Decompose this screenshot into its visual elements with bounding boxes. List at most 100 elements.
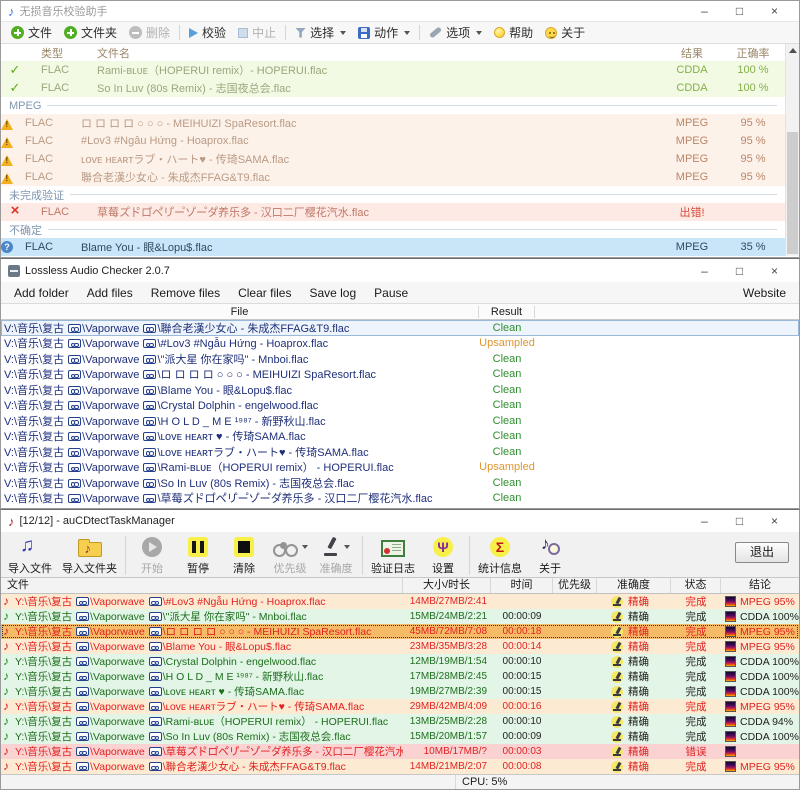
maximize-button[interactable]: □ [722,512,757,530]
maximize-button[interactable]: □ [722,262,757,280]
add-folder-button[interactable]: 文件夹 [58,22,123,43]
abort-button[interactable]: 中止 [232,22,282,43]
file-row[interactable]: V:\音乐\复古 \Vaporwave \ʟᴏᴠᴇ ʜᴇᴀʀᴛラブ・ハート♥ -… [1,444,799,460]
task-row[interactable]: ♪Y:\音乐\复古 \Vaporwave \Rami-ʙʟᴜᴇ（HOPERUI … [1,714,799,729]
verdict-cell [721,746,799,757]
minimize-button[interactable]: – [687,2,722,20]
verdict-label: MPEG 95% [740,701,795,713]
file-row[interactable]: FLAC#Lov3 #Ngẫu Hứng - Hoaprox.flacMPEG9… [1,132,785,150]
file-row[interactable]: FLAC草莓ス゚ト゚ロ゚ベ゚リ゚ー゚ソ゚ー゚タ゚养乐多 - 汉口二厂樱花汽水.f… [1,203,785,221]
menu-item[interactable]: Save log [300,286,365,300]
accuracy-button[interactable]: 准确度 [313,534,359,576]
file-row[interactable]: V:\音乐\复古 \Vaporwave \"派大星 你在家吗" - Mnboi.… [1,351,799,367]
titlebar[interactable]: [12/12] - auCDtectTaskManager – □ × [1,510,799,532]
column-header[interactable]: 结论 [721,578,799,593]
pause-button[interactable]: 暂停 [175,534,221,576]
task-row[interactable]: ♪Y:\音乐\复古 \Vaporwave \"派大星 你在家吗" - Mnboi… [1,609,799,624]
verify-log-button[interactable]: 验证日志 [366,534,420,576]
settings-button[interactable]: 设置 [420,534,466,576]
column-result[interactable]: Result [479,306,535,318]
file-row[interactable]: FLACʟᴏᴠᴇ ʜᴇᴀʀᴛラブ・ハート♥ - 传琦SAMA.flacMPEG9… [1,150,785,168]
task-row[interactable]: ♪Y:\音乐\复古 \Vaporwave \ʟᴏᴠᴇ ʜᴇᴀʀᴛ ♥ - 传琦S… [1,684,799,699]
titlebar[interactable]: Lossless Audio Checker 2.0.7 – □ × [1,259,799,282]
scrollbar[interactable] [785,44,799,256]
task-row[interactable]: ♪Y:\音乐\复古 \Vaporwave \聯合老漢少女心 - 朱成杰FFAG&… [1,759,799,774]
statistics-button[interactable]: 统计信息 [473,534,527,576]
exit-button[interactable]: 退出 [735,542,789,563]
column-header[interactable]: 大小/时长 [403,578,491,593]
column-filename[interactable]: 文件名 [91,45,663,61]
minimize-button[interactable]: – [687,512,722,530]
file-row[interactable]: V:\音乐\复古 \Vaporwave \#Lov3 #Ngẫu Hứng - … [1,336,799,352]
cassette-icon [76,657,89,666]
rate-label: 95 % [721,135,785,147]
task-row[interactable]: ♪Y:\音乐\复古 \Vaporwave \Blame You - 眼&Lopu… [1,639,799,654]
task-row[interactable]: ♪Y:\音乐\复古 \Vaporwave \ʟᴏᴠᴇ ʜᴇᴀʀᴛラブ・ハート♥ … [1,699,799,714]
column-header[interactable]: 状态 [671,578,721,593]
minimize-button[interactable]: – [687,262,722,280]
about-button[interactable]: 关于 [539,22,591,43]
menu-item[interactable]: Remove files [142,286,229,300]
task-row[interactable]: ♪Y:\音乐\复古 \Vaporwave \H O L D _ M E ¹⁹⁸⁷… [1,669,799,684]
file-row[interactable]: V:\音乐\复古 \Vaporwave \So In Luv (80s Remi… [1,475,799,491]
action-menu-button[interactable]: 动作 [352,22,416,43]
import-folder-button[interactable]: 导入文件夹 [57,534,122,576]
maximize-button[interactable]: □ [722,2,757,20]
file-row[interactable]: FLACロ ロ ロ ロ ○ ○ ○ - MEIHUIZI SpaResort.f… [1,114,785,132]
cassette-icon [76,702,89,711]
column-header[interactable]: 文件 [1,578,403,593]
task-row[interactable]: ♪Y:\音乐\复古 \Vaporwave \草莓ス゚ト゚ロ゚ベ゚リ゚ー゚ソ゚ー゚… [1,744,799,759]
menu-item[interactable]: Pause [365,286,417,300]
column-type[interactable]: 类型 [29,45,91,61]
file-row[interactable]: V:\音乐\复古 \Vaporwave \草莓ス゚ト゚ロ゚ベ゚リ゚ー゚ソ゚ー゚タ… [1,491,799,507]
group-header: 不确定 [1,221,785,238]
column-header[interactable]: 时间 [491,578,553,593]
file-row[interactable]: V:\音乐\复古 \Vaporwave \Blame You - 眼&Lopu$… [1,382,799,398]
column-file[interactable]: File [1,306,479,318]
menu-item[interactable]: Add files [78,286,142,300]
file-row[interactable]: V:\音乐\复古 \Vaporwave \Crystal Dolphin - e… [1,398,799,414]
column-result[interactable]: 结果 [663,45,721,61]
close-button[interactable]: × [757,2,792,20]
file-row[interactable]: FLACBlame You - 眼&Lopu$.flacMPEG35 % [1,238,785,256]
scroll-thumb[interactable] [787,132,798,254]
file-row[interactable]: FLACRami-ʙʟᴜᴇ（HOPERUI remix）- HOPERUI.fl… [1,61,785,79]
import-files-button[interactable]: 导入文件 [3,534,57,576]
task-row[interactable]: ♪Y:\音乐\复古 \Vaporwave \ロ ロ ロ ロ ○ ○ ○ - ME… [1,624,799,639]
add-files-button[interactable]: 文件 [5,22,58,43]
file-row[interactable]: V:\音乐\复古 \Vaporwave \聯合老漢少女心 - 朱成杰FFAG&T… [1,320,799,336]
column-header[interactable]: 优先级 [553,578,597,593]
options-menu-button[interactable]: 选项 [423,22,488,43]
path-segment: \Vaporwave [90,641,148,653]
delete-button[interactable]: 删除 [123,22,176,43]
menu-item-website[interactable]: Website [734,286,795,300]
menu-item[interactable]: Clear files [229,286,300,300]
play-icon [189,28,198,38]
scroll-up-arrow-icon[interactable] [789,48,797,53]
file-row[interactable]: V:\音乐\复古 \Vaporwave \ロ ロ ロ ロ ○ ○ ○ - MEI… [1,367,799,383]
titlebar[interactable]: 无损音乐校验助手 – □ × [1,1,799,21]
file-row[interactable]: V:\音乐\复古 \Vaporwave \H O L D _ M E ¹⁹⁸⁷ … [1,413,799,429]
about-button[interactable]: 关于 [527,534,573,576]
file-row[interactable]: FLACSo In Luv (80s Remix) - 志国夜总会.flacCD… [1,79,785,97]
task-row[interactable]: ♪Y:\音乐\复古 \Vaporwave \#Lov3 #Ngẫu Hứng -… [1,594,799,609]
verify-button[interactable]: 校验 [183,22,232,43]
menu-item[interactable]: Add folder [5,286,78,300]
column-header[interactable]: 准确度 [597,578,671,593]
task-row[interactable]: ♪Y:\音乐\复古 \Vaporwave \So In Luv (80s Rem… [1,729,799,744]
file-row[interactable]: FLAC聯合老漢少女心 - 朱成杰FFAG&T9.flacMPEG95 % [1,168,785,186]
priority-button[interactable]: 优先级 [267,534,313,576]
help-button[interactable]: 帮助 [488,22,539,43]
file-row[interactable]: V:\音乐\复古 \Vaporwave \Rami-ʙʟᴜᴇ（HOPERUI r… [1,460,799,476]
select-menu-button[interactable]: 选择 [289,22,352,43]
file-rows: V:\音乐\复古 \Vaporwave \聯合老漢少女心 - 朱成杰FFAG&T… [1,320,799,506]
task-row[interactable]: ♪Y:\音乐\复古 \Vaporwave \Crystal Dolphin - … [1,654,799,669]
column-rate[interactable]: 正确率 [721,45,785,61]
close-button[interactable]: × [757,512,792,530]
start-button[interactable]: 开始 [129,534,175,576]
window-title: 无损音乐校验助手 [20,3,108,19]
close-button[interactable]: × [757,262,792,280]
file-row[interactable]: V:\音乐\复古 \Vaporwave \ʟᴏᴠᴇ ʜᴇᴀʀᴛ ♥ - 传琦SA… [1,429,799,445]
cassette-icon [68,370,81,379]
clear-button[interactable]: 清除 [221,534,267,576]
